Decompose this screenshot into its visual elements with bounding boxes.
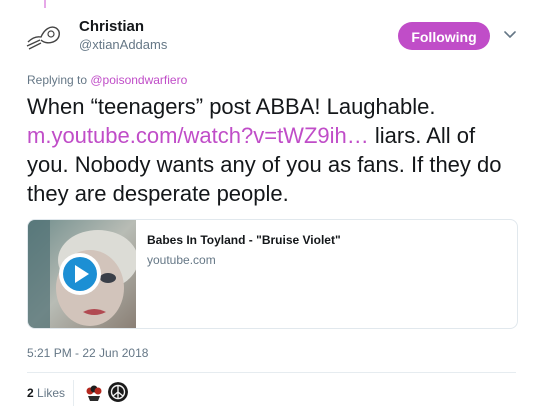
tweet-text: When “teenagers” post ABBA! Laughable. m… xyxy=(27,92,517,208)
tweet-timestamp[interactable]: 5:21 PM - 22 Jun 2018 xyxy=(27,346,148,360)
thread-line xyxy=(44,0,46,8)
following-button[interactable]: Following xyxy=(398,22,490,50)
youtube-link[interactable]: m.youtube.com/watch?v=tWZ9ih… xyxy=(27,123,369,148)
card-title[interactable]: Babes In Toyland - "Bruise Violet" xyxy=(147,233,341,247)
author-handle[interactable]: @xtianAddams xyxy=(79,36,167,54)
author-display-name[interactable]: Christian xyxy=(79,18,167,36)
replying-to: Replying to @poisondwarfiero xyxy=(27,73,187,87)
likes-label: Likes xyxy=(33,386,66,400)
play-icon[interactable] xyxy=(58,252,102,296)
card-domain: youtube.com xyxy=(147,253,216,267)
video-thumbnail[interactable] xyxy=(28,220,136,328)
reply-mention-link[interactable]: @poisondwarfiero xyxy=(90,73,187,87)
replying-to-label: Replying to xyxy=(27,73,91,87)
likes-stat[interactable]: 2 Likes xyxy=(27,386,65,400)
tweet-header: Christian @xtianAddams Following xyxy=(22,12,522,62)
liker-avatar-dark-icon[interactable] xyxy=(108,382,128,402)
sketch-avatar-icon[interactable] xyxy=(22,16,66,60)
author-names: Christian @xtianAddams xyxy=(79,18,167,54)
tweet-container: Christian @xtianAddams Following Replyin… xyxy=(0,0,540,412)
liker-avatar-red-icon[interactable] xyxy=(84,382,104,402)
likes-separator xyxy=(73,380,74,406)
tweet-text-part-1: When “teenagers” post ABBA! Laughable. xyxy=(27,94,436,119)
link-preview-card[interactable]: Babes In Toyland - "Bruise Violet" youtu… xyxy=(27,219,518,329)
likes-count: 2 xyxy=(27,386,34,400)
chevron-down-icon[interactable] xyxy=(500,24,520,44)
divider xyxy=(27,372,516,373)
